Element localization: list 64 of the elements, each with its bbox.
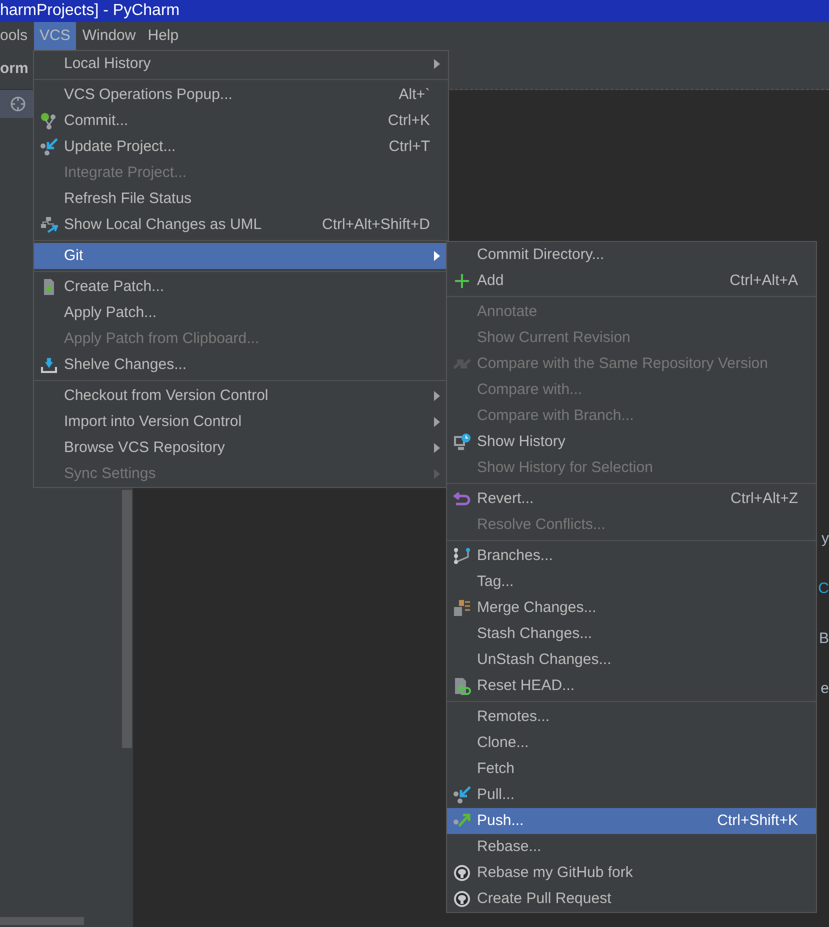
- menu-item[interactable]: Revert... Ctrl+Alt+Z: [447, 486, 816, 512]
- menu-item[interactable]: Commit Directory...: [447, 242, 816, 268]
- merge-icon: [453, 599, 471, 617]
- menu-item[interactable]: Refresh File Status: [34, 186, 448, 212]
- menu-item[interactable]: Rebase my GitHub fork: [447, 860, 816, 886]
- menu-item[interactable]: Create Patch...: [34, 274, 448, 300]
- vertical-scrollbar[interactable]: [122, 490, 132, 748]
- menu-item[interactable]: VCS Operations Popup... Alt+`: [34, 82, 448, 108]
- pull-icon: [453, 786, 471, 804]
- menu-item[interactable]: Checkout from Version Control: [34, 383, 448, 409]
- menu-item[interactable]: Show Local Changes as UML Ctrl+Alt+Shift+D: [34, 212, 448, 238]
- menu-item[interactable]: Reset HEAD...: [447, 673, 816, 699]
- menu-item[interactable]: Fetch: [447, 756, 816, 782]
- history-icon: [453, 433, 471, 451]
- revert-icon: [453, 491, 471, 507]
- menu-item[interactable]: Pull...: [447, 782, 816, 808]
- menu-item[interactable]: Apply Patch...: [34, 300, 448, 326]
- crosshair-icon[interactable]: [10, 96, 26, 112]
- menu-item[interactable]: Shelve Changes...: [34, 352, 448, 378]
- code-fragment: B: [818, 629, 829, 649]
- menu-item[interactable]: UnStash Changes...: [447, 647, 816, 673]
- compare-icon: [453, 356, 471, 372]
- code-fragment: e: [820, 679, 829, 699]
- menu-item[interactable]: Git: [34, 243, 448, 269]
- branches-icon: [453, 547, 471, 565]
- menu-item[interactable]: Branches...: [447, 543, 816, 569]
- shortcut-label: Ctrl+Shift+K: [717, 810, 798, 831]
- menu-item[interactable]: Stash Changes...: [447, 621, 816, 647]
- panel-title: orm: [0, 59, 28, 80]
- menu-item[interactable]: Add Ctrl+Alt+A: [447, 268, 816, 294]
- update-icon: [40, 138, 58, 156]
- shortcut-label: Ctrl+Alt+Z: [730, 488, 798, 509]
- code-fragment: y: [822, 529, 829, 549]
- window-title: harmProjects] - PyCharm: [0, 1, 180, 21]
- github-icon: [453, 864, 471, 882]
- menu-item[interactable]: Push... Ctrl+Shift+K: [447, 808, 816, 834]
- shortcut-label: Ctrl+Alt+Shift+D: [322, 214, 430, 235]
- shelve-icon: [40, 356, 58, 374]
- shortcut-label: Ctrl+Alt+A: [730, 270, 798, 291]
- menu-item[interactable]: Browse VCS Repository: [34, 435, 448, 461]
- menu-bar-item[interactable]: ools: [0, 22, 34, 50]
- menu-item[interactable]: Create Pull Request: [447, 886, 816, 912]
- add-icon: [454, 273, 470, 289]
- menu-bar-item[interactable]: Help: [142, 22, 185, 50]
- menu-item[interactable]: Merge Changes...: [447, 595, 816, 621]
- menu-item[interactable]: Update Project... Ctrl+T: [34, 134, 448, 160]
- menu-item[interactable]: Tag...: [447, 569, 816, 595]
- commit-icon: [40, 112, 58, 130]
- menu-item[interactable]: Remotes...: [447, 704, 816, 730]
- code-fragment: C: [818, 579, 829, 599]
- menu-bar-item[interactable]: Window: [76, 22, 142, 50]
- horizontal-scrollbar[interactable]: [0, 917, 84, 925]
- menu-item[interactable]: Clone...: [447, 730, 816, 756]
- reset-icon: [453, 677, 471, 695]
- menu-item[interactable]: Commit... Ctrl+K: [34, 108, 448, 134]
- menu-item[interactable]: Show History: [447, 429, 816, 455]
- diagram-icon: [40, 216, 58, 234]
- shortcut-label: Ctrl+T: [388, 136, 430, 157]
- shortcut-label: Alt+`: [398, 84, 430, 105]
- github-icon: [453, 890, 471, 908]
- shortcut-label: Ctrl+K: [388, 110, 430, 131]
- menu-item[interactable]: Local History: [34, 51, 448, 77]
- menu-item[interactable]: Rebase...: [447, 834, 816, 860]
- menu-item[interactable]: Import into Version Control: [34, 409, 448, 435]
